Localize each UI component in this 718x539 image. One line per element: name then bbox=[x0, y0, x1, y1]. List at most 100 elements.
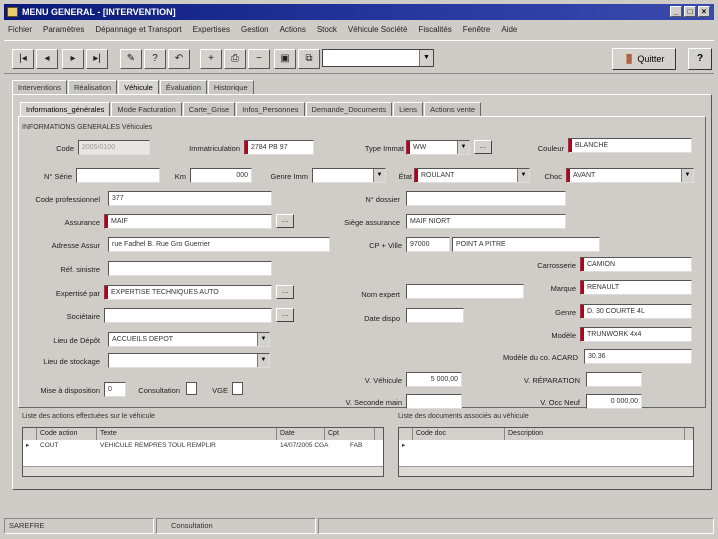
col-code-action[interactable]: Code action bbox=[37, 428, 97, 440]
adresse-field[interactable]: rue Fadhel B. Rue Gro Guerrier bbox=[108, 237, 330, 252]
menu-fiscalites[interactable]: Fiscalités bbox=[418, 25, 451, 34]
cp-field[interactable]: 97000 bbox=[406, 237, 450, 252]
tab-realisation[interactable]: Réalisation bbox=[67, 80, 118, 94]
menu-parametres[interactable]: Paramètres bbox=[43, 25, 84, 34]
first-record-icon[interactable]: |◂ bbox=[12, 49, 34, 69]
reparation-field[interactable] bbox=[586, 372, 642, 387]
chevron-down-icon[interactable]: ▼ bbox=[257, 333, 269, 346]
minimize-button[interactable]: _ bbox=[670, 6, 682, 17]
menu-vehicule-societe[interactable]: Véhicule Société bbox=[348, 25, 408, 34]
tab-liens[interactable]: Liens bbox=[393, 102, 424, 116]
add-icon[interactable]: + bbox=[200, 49, 222, 69]
lieu-depot-select[interactable]: ACCUEILS DEPOT ▼ bbox=[108, 332, 270, 347]
new-record-icon[interactable]: ✎ bbox=[120, 49, 142, 69]
menu-aide[interactable]: Aide bbox=[501, 25, 517, 34]
menu-fichier[interactable]: Fichier bbox=[8, 25, 32, 34]
assurance-field[interactable]: MAIF bbox=[104, 214, 272, 229]
tab-interventions[interactable]: Interventions bbox=[12, 80, 67, 94]
menu-stock[interactable]: Stock bbox=[317, 25, 337, 34]
tab-demande-documents[interactable]: Demande_Documents bbox=[305, 102, 393, 116]
ville-field[interactable]: POINT A PITRE bbox=[452, 237, 600, 252]
copy-icon[interactable]: ⧉ bbox=[298, 49, 320, 69]
chevron-down-icon[interactable]: ▼ bbox=[419, 50, 433, 66]
next-record-icon[interactable]: ▸ bbox=[62, 49, 84, 69]
ref-sinistre-field[interactable] bbox=[108, 261, 272, 276]
societaire-lookup-button[interactable]: … bbox=[276, 308, 294, 322]
documents-grid[interactable]: Code doc Description ▸ bbox=[398, 427, 694, 477]
marque-field[interactable]: RENAULT bbox=[580, 280, 692, 295]
etat-select[interactable]: ROULANT ▼ bbox=[414, 168, 530, 183]
lieu-stock-select[interactable]: ▼ bbox=[108, 353, 270, 368]
toolbar-combo[interactable]: ▼ bbox=[322, 49, 434, 67]
menu-fenetre[interactable]: Fenêtre bbox=[463, 25, 491, 34]
menu-actions[interactable]: Actions bbox=[280, 25, 306, 34]
adresse-label: Adresse Assur bbox=[51, 241, 100, 250]
genre2-field[interactable]: D. 30 COURTE 4L bbox=[580, 304, 692, 319]
vge-checkbox[interactable] bbox=[232, 382, 243, 395]
save-icon[interactable]: ▣ bbox=[274, 49, 296, 69]
genre-imm-select[interactable]: ▼ bbox=[312, 168, 386, 183]
code-prof-field[interactable]: 377 bbox=[108, 191, 272, 206]
tab-carte-grise[interactable]: Carte_Grise bbox=[182, 102, 236, 116]
tab-infos-personnes[interactable]: Infos_Personnes bbox=[236, 102, 305, 116]
help-context-icon[interactable]: ? bbox=[144, 49, 166, 69]
nom-expert-field[interactable] bbox=[406, 284, 524, 299]
tab-historique[interactable]: Historique bbox=[207, 80, 254, 94]
actions-grid[interactable]: Code action Texte Date Cpt ▸ COUT VEHICU… bbox=[22, 427, 384, 477]
last-record-icon[interactable]: ▸| bbox=[86, 49, 108, 69]
menu-depannage[interactable]: Dépannage et Transport bbox=[95, 25, 181, 34]
type-immat-select[interactable]: WW ▼ bbox=[406, 140, 470, 155]
col-texte[interactable]: Texte bbox=[97, 428, 277, 440]
menu-gestion[interactable]: Gestion bbox=[241, 25, 269, 34]
horizontal-scrollbar[interactable] bbox=[23, 466, 383, 476]
chevron-down-icon[interactable]: ▼ bbox=[373, 169, 385, 182]
col-code-doc[interactable]: Code doc bbox=[413, 428, 505, 440]
expertise-field[interactable]: EXPERTISE TECHNIQUES AUTO bbox=[104, 285, 272, 300]
tab-informations-generales[interactable]: Informations_générales bbox=[20, 102, 111, 116]
immat-field[interactable]: 2784 PB 97 bbox=[244, 140, 314, 155]
seconde-main-field[interactable] bbox=[406, 394, 462, 409]
chevron-down-icon[interactable]: ▼ bbox=[681, 169, 693, 182]
type-immat-lookup-button[interactable]: … bbox=[474, 140, 492, 154]
choc-select[interactable]: AVANT ▼ bbox=[566, 168, 694, 183]
serie-field[interactable] bbox=[76, 168, 160, 183]
col-date[interactable]: Date bbox=[277, 428, 325, 440]
code-field[interactable]: 2005/0100 bbox=[78, 140, 150, 155]
tab-mode-facturation[interactable]: Mode Facturation bbox=[111, 102, 182, 116]
mise-dispo-field[interactable]: 0 bbox=[104, 382, 126, 397]
modele-act-field[interactable]: 30.36 bbox=[584, 349, 692, 364]
col-cpt[interactable]: Cpt bbox=[325, 428, 375, 440]
print-icon[interactable]: ⎙ bbox=[224, 49, 246, 69]
expertise-lookup-button[interactable]: … bbox=[276, 285, 294, 299]
help-button[interactable]: ? bbox=[688, 48, 712, 70]
quit-button[interactable]: 🚪 Quitter bbox=[612, 48, 676, 70]
ve-field[interactable]: 5 000,00 bbox=[406, 372, 462, 387]
col-description[interactable]: Description bbox=[505, 428, 685, 440]
siege-field[interactable]: MAIF NIORT bbox=[406, 214, 566, 229]
couleur-field[interactable]: BLANCHE bbox=[568, 138, 692, 153]
close-button[interactable]: × bbox=[698, 6, 710, 17]
dossier-field[interactable] bbox=[406, 191, 566, 206]
modele-field[interactable]: TRUNWORK 4x4 bbox=[580, 327, 692, 342]
tab-vehicule[interactable]: Véhicule bbox=[118, 80, 159, 94]
menu-expertises[interactable]: Expertises bbox=[193, 25, 230, 34]
assurance-lookup-button[interactable]: … bbox=[276, 214, 294, 228]
delete-icon[interactable]: − bbox=[248, 49, 270, 69]
tab-evaluation[interactable]: Évaluation bbox=[159, 80, 207, 94]
chevron-down-icon[interactable]: ▼ bbox=[517, 169, 529, 182]
societaire-field[interactable] bbox=[104, 308, 272, 323]
table-row[interactable]: ▸ COUT VEHICULE REMPRES TOUL REMPLIR 14/… bbox=[23, 441, 383, 452]
undo-icon[interactable]: ↶ bbox=[168, 49, 190, 69]
consultation-checkbox[interactable] bbox=[186, 382, 197, 395]
carrosserie-field[interactable]: CAMION bbox=[580, 257, 692, 272]
km-field[interactable]: 000 bbox=[190, 168, 252, 183]
maximize-button[interactable]: □ bbox=[684, 6, 696, 17]
chevron-down-icon[interactable]: ▼ bbox=[257, 354, 269, 367]
tab-actions-vente[interactable]: Actions vente bbox=[424, 102, 482, 116]
table-row[interactable]: ▸ bbox=[399, 441, 693, 452]
prev-record-icon[interactable]: ◂ bbox=[36, 49, 58, 69]
chevron-down-icon[interactable]: ▼ bbox=[457, 141, 469, 154]
horizontal-scrollbar[interactable] bbox=[399, 466, 693, 476]
date-dispo-field[interactable] bbox=[406, 308, 464, 323]
occ-neuf-field[interactable]: 0 000,00 bbox=[586, 394, 642, 409]
